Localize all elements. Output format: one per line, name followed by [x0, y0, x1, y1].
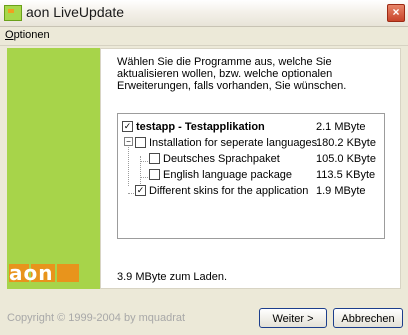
tree-item-languages[interactable]: − Installation for seperate languages 18…: [118, 135, 384, 151]
tree-item-size: 113.5 KByte: [316, 169, 376, 181]
menu-options-label: ptionen: [13, 29, 50, 41]
checkbox-german[interactable]: [149, 153, 160, 164]
tree-item-label: Deutsches Sprachpaket: [163, 153, 280, 165]
app-icon: [4, 5, 22, 21]
tree-item-english[interactable]: English language package 113.5 KByte: [118, 167, 384, 183]
close-icon: ×: [392, 5, 400, 19]
title-bar: aon LiveUpdate ×: [0, 0, 408, 27]
tree-item-testapp[interactable]: ✓ testapp - Testapplikation 2.1 MByte: [118, 119, 384, 135]
intro-text: Wählen Sie die Programme aus, welche Sie…: [117, 56, 347, 92]
checkbox-skins[interactable]: ✓: [135, 185, 146, 196]
cancel-button[interactable]: Abbrechen: [333, 308, 403, 328]
checkbox-languages[interactable]: [135, 137, 146, 148]
checkbox-testapp[interactable]: ✓: [122, 121, 133, 132]
logo-text: aon: [9, 261, 54, 285]
copyright-text: Copyright © 1999-2004 by mquadrat: [7, 312, 186, 324]
logo-block-n: [57, 264, 79, 282]
tree-item-german[interactable]: Deutsches Sprachpaket 105.0 KByte: [118, 151, 384, 167]
tree-item-size: 105.0 KByte: [316, 153, 376, 165]
tree-item-label: English language package: [163, 169, 293, 181]
menu-bar: Optionen: [0, 27, 408, 46]
window-title: aon LiveUpdate: [26, 4, 125, 20]
tree-item-size: 2.1 MByte: [316, 121, 366, 133]
tree-item-label: testapp - Testapplikation: [136, 121, 265, 133]
next-button[interactable]: Weiter >: [259, 308, 327, 328]
tree-item-skins[interactable]: ✓ Different skins for the application 1.…: [118, 183, 384, 199]
tree-item-size: 1.9 MByte: [316, 185, 366, 197]
side-banner: aon: [7, 48, 100, 289]
tree-item-label: Installation for seperate languages: [149, 137, 318, 149]
menu-options-mnemonic: O: [5, 29, 14, 41]
component-tree[interactable]: ✓ testapp - Testapplikation 2.1 MByte − …: [117, 113, 385, 239]
tree-item-size: 180.2 KByte: [316, 137, 376, 149]
menu-options[interactable]: Optionen: [5, 29, 50, 41]
main-panel: Wählen Sie die Programme aus, welche Sie…: [100, 48, 401, 289]
aon-logo: aon: [7, 259, 100, 289]
download-size-text: 3.9 MByte zum Laden.: [117, 271, 228, 283]
close-button[interactable]: ×: [387, 4, 405, 22]
checkbox-english[interactable]: [149, 169, 160, 180]
collapse-icon[interactable]: −: [124, 137, 133, 146]
tree-item-label: Different skins for the application: [149, 185, 309, 197]
